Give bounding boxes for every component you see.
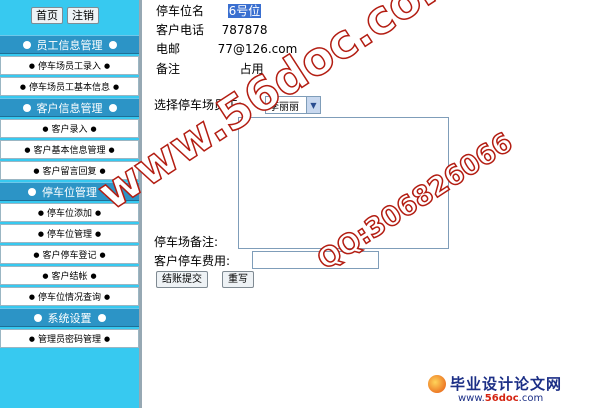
email-label: 电邮 <box>156 42 181 56</box>
bullet-icon: ● <box>104 334 111 343</box>
bullet-icon: ● <box>99 166 106 175</box>
remark-textarea[interactable] <box>238 117 449 249</box>
site-logo: 毕业设计论文网 www.56doc.com <box>428 373 591 408</box>
space-label: 停车位名 <box>156 4 205 18</box>
bullet-icon: ● <box>28 61 35 70</box>
phone-label: 客户电话 <box>156 23 205 37</box>
logo-url-suffix: .com <box>518 393 544 404</box>
sidebar-item-parking-register[interactable]: ● 客户停车登记 ● <box>0 245 139 264</box>
bullet-icon: ● <box>37 208 44 217</box>
bullet-icon: ● <box>28 334 35 343</box>
bullet-icon: ● <box>108 145 115 154</box>
fee-input[interactable] <box>252 251 379 269</box>
staff-select-label: 选择停车场员工: <box>154 98 243 112</box>
bullet-icon: ● <box>42 124 49 133</box>
bullet-dot-icon <box>22 40 31 49</box>
sidebar-item-space-manage[interactable]: ● 停车位管理 ● <box>0 224 139 243</box>
fee-label: 客户停车费用: <box>154 254 231 268</box>
note-label: 备注 <box>156 62 181 76</box>
bullet-icon: ● <box>37 229 44 238</box>
bullet-icon: ● <box>99 250 106 259</box>
bullet-dot-icon <box>28 187 36 196</box>
space-row: 停车位名 6号位 <box>156 2 262 20</box>
bullet-icon: ● <box>95 229 102 238</box>
email-value: 77@126.com <box>217 42 298 56</box>
logo-url: www.56doc.com <box>458 393 543 404</box>
section-title: 员工信息管理 <box>36 38 103 52</box>
submit-checkout-button[interactable]: 结账提交 <box>156 271 208 288</box>
bullet-icon: ● <box>33 166 40 175</box>
sidebar-item-customer-reply[interactable]: ● 客户留言回复 ● <box>0 161 139 180</box>
sidebar-menu: 员工信息管理 ● 停车场员工录入 ● ● 停车场员工基本信息 ● 客户信息管理 ● 客户录… <box>0 33 139 348</box>
logo-url-prefix: www. <box>458 393 485 404</box>
bullet-icon: ● <box>90 271 97 280</box>
bullet-icon: ● <box>19 82 26 91</box>
phone-value: 787878 <box>221 23 268 37</box>
sidebar-item-label: 客户停车登记 <box>42 251 97 261</box>
section-title: 停车位管理 <box>42 185 97 199</box>
sidebar-item-admin-password[interactable]: ● 管理员密码管理 ● <box>0 329 139 348</box>
note-value: 占用 <box>239 62 264 76</box>
main-content: 停车位名 6号位 客户电话 787878 电邮 77@126.com 备注 占用… <box>142 0 591 408</box>
space-value: 6号位 <box>227 4 262 18</box>
section-title: 系统设置 <box>47 311 92 325</box>
staff-select[interactable]: 李丽丽 ▼ <box>265 96 321 114</box>
bullet-icon: ● <box>24 145 31 154</box>
bullet-dot-icon <box>97 313 106 322</box>
section-header-settings[interactable]: 系统设置 <box>0 308 139 327</box>
bullet-icon: ● <box>28 292 35 301</box>
logo-title: 毕业设计论文网 <box>450 375 563 393</box>
remark-label: 停车场备注: <box>154 235 219 249</box>
section-header-customer[interactable]: 客户信息管理 <box>0 98 139 117</box>
section-title: 客户信息管理 <box>36 101 103 115</box>
sidebar-item-label: 客户基本信息管理 <box>33 146 106 156</box>
home-button[interactable]: 首页 <box>31 7 63 24</box>
phone-row: 客户电话 787878 <box>156 21 267 39</box>
sidebar-item-space-add[interactable]: ● 停车位添加 ● <box>0 203 139 222</box>
bullet-dot-icon <box>103 187 111 196</box>
bullet-icon: ● <box>104 292 111 301</box>
bullet-dot-icon <box>33 313 42 322</box>
bullet-icon: ● <box>42 271 49 280</box>
sidebar-item-label: 停车位管理 <box>46 230 92 240</box>
section-header-parking[interactable]: 停车位管理 <box>0 182 139 201</box>
bullet-icon: ● <box>95 208 102 217</box>
staff-select-value: 李丽丽 <box>269 101 299 113</box>
bullet-dot-icon <box>108 40 117 49</box>
sidebar-item-staff-info[interactable]: ● 停车场员工基本信息 ● <box>0 77 139 96</box>
sidebar-item-label: 停车场员工基本信息 <box>28 83 110 93</box>
logout-button[interactable]: 注销 <box>67 7 99 24</box>
bullet-dot-icon <box>22 103 31 112</box>
sidebar-item-staff-entry[interactable]: ● 停车场员工录入 ● <box>0 56 139 75</box>
chevron-down-icon[interactable]: ▼ <box>306 97 320 113</box>
sidebar-item-label: 客户结帐 <box>51 272 88 282</box>
reset-button[interactable]: 重写 <box>222 271 254 288</box>
top-button-bar: 首页 注销 <box>31 7 99 25</box>
sidebar-item-label: 停车位添加 <box>46 209 92 219</box>
section-header-staff[interactable]: 员工信息管理 <box>0 35 139 54</box>
sidebar-item-space-query[interactable]: ● 停车位情况查询 ● <box>0 287 139 306</box>
sidebar: 首页 注销 员工信息管理 ● 停车场员工录入 ● ● 停车场员工基本信息 ● 客户信息管… <box>0 0 139 408</box>
email-row: 电邮 77@126.com <box>156 40 297 58</box>
sidebar-item-checkout[interactable]: ● 客户结帐 ● <box>0 266 139 285</box>
note-row: 备注 占用 <box>156 60 264 78</box>
sidebar-item-label: 停车场员工录入 <box>37 62 101 72</box>
bullet-icon: ● <box>104 61 111 70</box>
sidebar-item-customer-info[interactable]: ● 客户基本信息管理 ● <box>0 140 139 159</box>
sidebar-item-label: 客户留言回复 <box>42 167 97 177</box>
sidebar-item-label: 客户录入 <box>51 125 88 135</box>
logo-url-brand: 56doc <box>484 393 519 404</box>
sidebar-item-label: 管理员密码管理 <box>37 335 101 345</box>
bullet-dot-icon <box>108 103 117 112</box>
sidebar-item-label: 停车位情况查询 <box>37 293 101 303</box>
bullet-icon: ● <box>90 124 97 133</box>
logo-emblem-icon <box>428 375 446 393</box>
bullet-icon: ● <box>113 82 120 91</box>
sidebar-item-customer-entry[interactable]: ● 客户录入 ● <box>0 119 139 138</box>
bullet-icon: ● <box>33 250 40 259</box>
